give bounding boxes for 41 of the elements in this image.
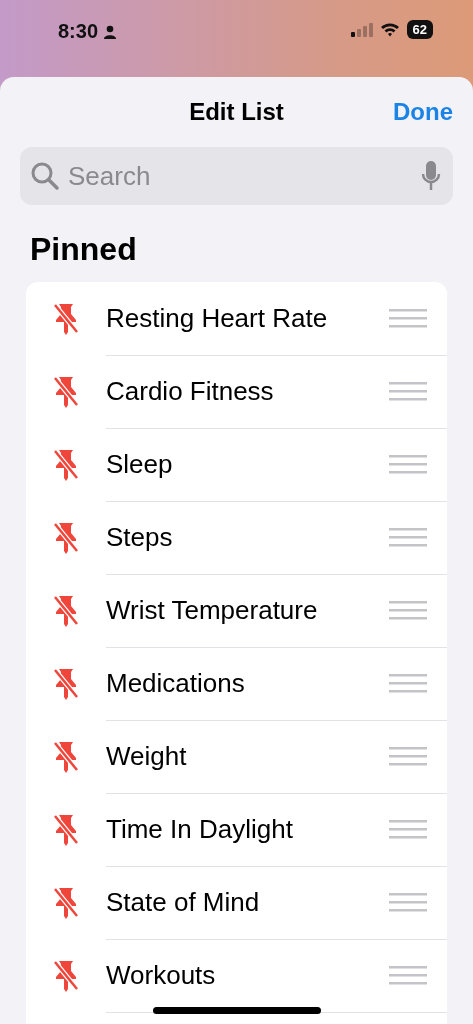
list-item-label: Sleep bbox=[106, 448, 174, 480]
list-item-label: Resting Heart Rate bbox=[106, 302, 329, 334]
list-item-label: State of Mind bbox=[106, 886, 261, 918]
unpin-icon[interactable] bbox=[52, 958, 80, 993]
done-button[interactable]: Done bbox=[393, 98, 453, 126]
drag-handle-icon[interactable] bbox=[389, 308, 427, 328]
unpin-icon[interactable] bbox=[52, 885, 80, 920]
drag-handle-icon[interactable] bbox=[389, 527, 427, 547]
list-item-label: Workouts bbox=[106, 959, 217, 991]
unpin-icon[interactable] bbox=[52, 739, 80, 774]
unpin-icon[interactable] bbox=[52, 593, 80, 628]
unpin-icon[interactable] bbox=[52, 301, 80, 336]
section-title: Pinned bbox=[30, 231, 138, 268]
microphone-icon[interactable] bbox=[421, 160, 441, 192]
unpin-icon[interactable] bbox=[52, 666, 80, 701]
battery-level: 62 bbox=[406, 20, 433, 39]
search-field[interactable]: Search bbox=[20, 147, 453, 205]
signal-icon bbox=[350, 22, 373, 37]
drag-handle-icon[interactable] bbox=[389, 819, 427, 839]
person-icon bbox=[103, 24, 118, 39]
list-item-label: Steps bbox=[106, 521, 174, 553]
list-item-label: Weight bbox=[106, 740, 188, 772]
search-icon bbox=[30, 161, 60, 191]
drag-handle-icon[interactable] bbox=[389, 673, 427, 693]
unpin-icon[interactable] bbox=[52, 520, 80, 555]
unpin-icon[interactable] bbox=[52, 374, 80, 409]
sheet-title: Edit List bbox=[189, 98, 284, 126]
drag-handle-icon[interactable] bbox=[389, 454, 427, 474]
status-time: 8:30 bbox=[58, 20, 99, 43]
wifi-icon bbox=[379, 22, 400, 37]
list-item-label: Wrist Temperature bbox=[106, 594, 319, 626]
drag-handle-icon[interactable] bbox=[389, 965, 427, 985]
unpin-icon[interactable] bbox=[52, 447, 80, 482]
list-item-label: Time In Daylight bbox=[106, 813, 294, 845]
drag-handle-icon[interactable] bbox=[389, 600, 427, 620]
list-item-label: Medications bbox=[106, 667, 246, 699]
unpin-icon[interactable] bbox=[52, 812, 80, 847]
list-item-label: Cardio Fitness bbox=[106, 375, 275, 407]
drag-handle-icon[interactable] bbox=[389, 892, 427, 912]
drag-handle-icon[interactable] bbox=[389, 381, 427, 401]
drag-handle-icon[interactable] bbox=[389, 746, 427, 766]
